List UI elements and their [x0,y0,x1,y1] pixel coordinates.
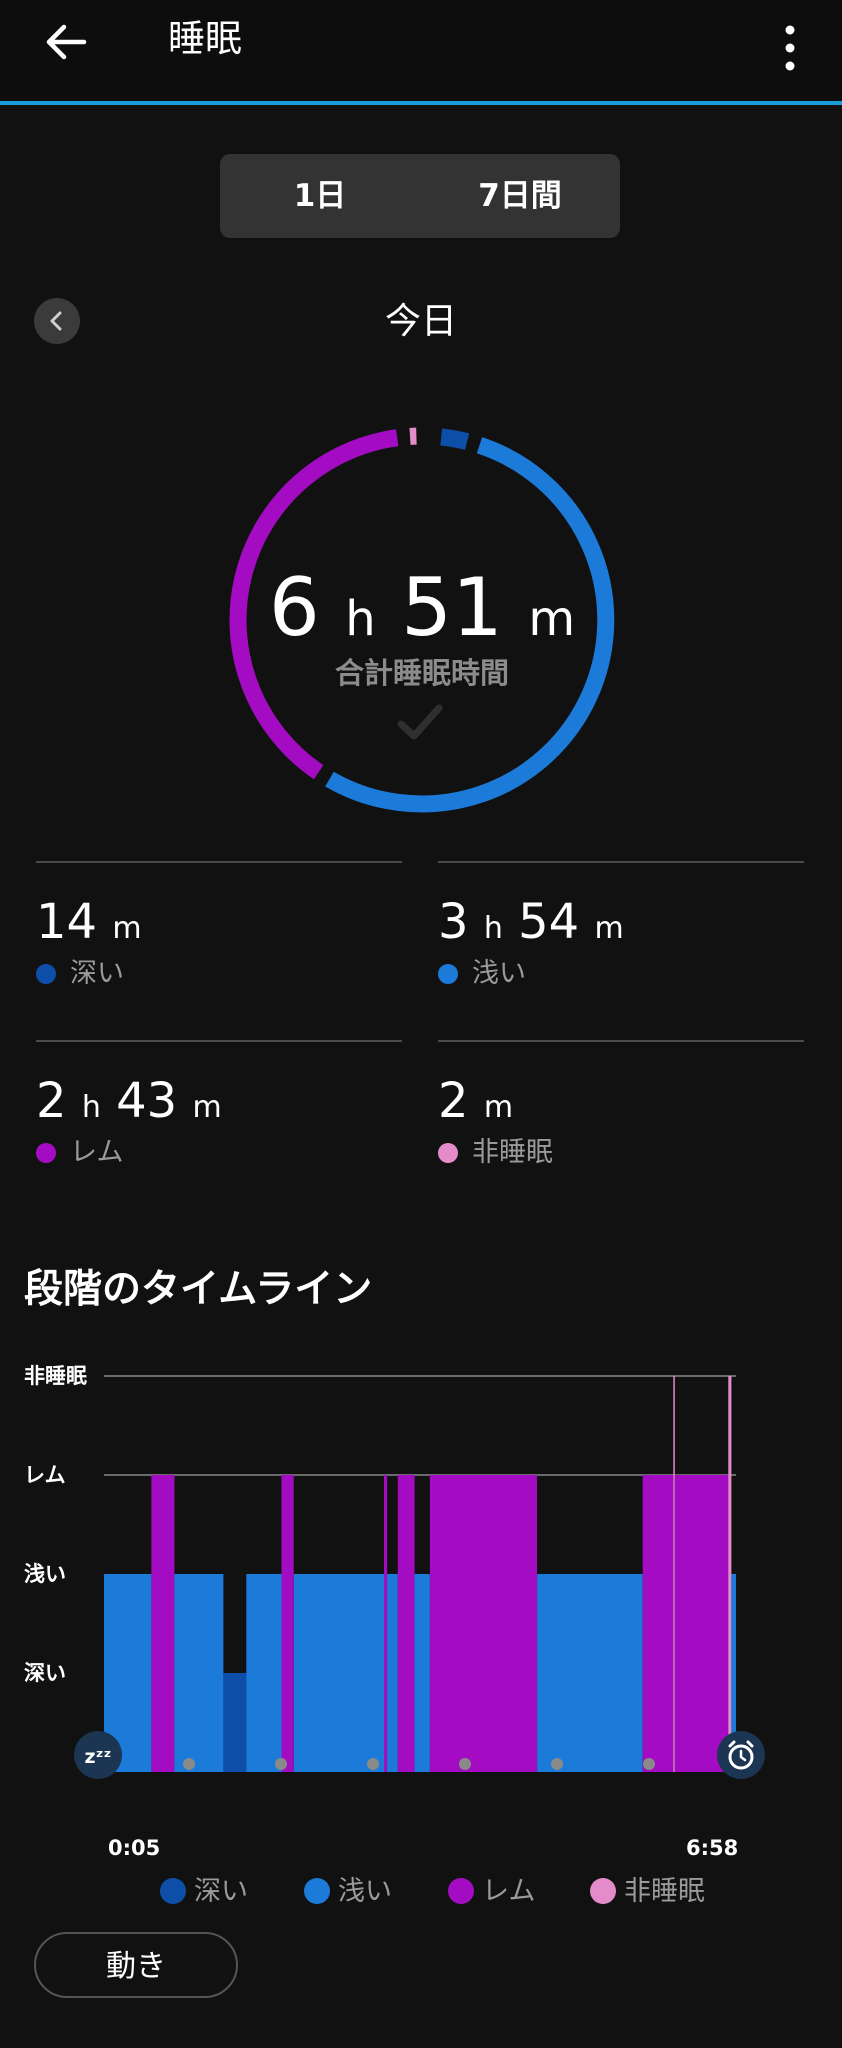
minutes-unit: m [112,911,142,946]
rem-minutes: 43 [116,1073,178,1129]
timeline-segment-13 [642,1475,674,1772]
rem-sleep-label: レム [36,1135,123,1171]
axis-tick-dot [459,1758,471,1770]
light-label-text: 浅い [472,958,526,989]
page-title: 睡眠 [168,17,242,60]
awake-color-dot [438,1143,458,1163]
timeline-segment-4 [246,1574,282,1772]
axis-tick-dot [275,1758,287,1770]
divider [438,1040,804,1042]
timeline-segment-9 [397,1475,415,1772]
light-sleep-label: 浅い [438,956,526,992]
timeline-segment-6 [293,1574,385,1772]
more-options-button[interactable] [770,12,810,72]
check-icon [397,704,443,740]
legend-awake-dot [590,1878,616,1904]
axis-tick-dot [643,1758,655,1770]
legend-rem-label: レム [482,1876,536,1907]
axis-tick-dot [551,1758,563,1770]
chevron-left-icon [50,311,62,331]
deep-notch [224,1576,246,1672]
deep-color-dot [36,964,56,984]
previous-day-button[interactable] [34,298,80,344]
rem-label-text: レム [70,1137,124,1168]
divider [438,861,804,863]
start-time-label: 0:05 [108,1836,161,1860]
timeline-segment-3 [223,1673,247,1772]
light-minutes: 54 [518,894,580,950]
timeline-segment-2 [174,1574,224,1772]
app-bar-accent-line [0,101,842,105]
total-sleep-label: 合計睡眠時間 [334,656,509,690]
hours-unit: h [483,911,503,946]
stage-timeline-chart: zᶻᶻ [74,1375,765,1779]
axis-tick-dot [183,1758,195,1770]
awake-minutes: 2 [438,1073,469,1129]
timeline-segment-5 [281,1475,294,1772]
tab-7-days[interactable]: 7日間 [420,154,620,238]
light-sleep-value: 3 h 54 m [438,892,624,959]
hours-unit: h [81,1090,101,1125]
rem-hours: 2 [36,1073,67,1129]
rem-color-dot [36,1143,56,1163]
sleep-zzz-icon: zᶻᶻ [74,1731,122,1779]
total-minutes: 51 [401,561,503,654]
legend-rem-dot [448,1878,474,1904]
light-color-dot [438,964,458,984]
more-vert-icon [785,25,795,71]
legend-deep-label: 深い [194,1876,248,1907]
minutes-unit: m [192,1090,222,1125]
timeline-segment-1 [151,1475,175,1772]
deep-sleep-value: 14 m [36,892,142,959]
legend-rem: レム [448,1874,535,1910]
legend-awake-label: 非睡眠 [624,1876,705,1907]
legend-deep-dot [160,1878,186,1904]
arrow-left-icon [46,24,87,60]
light-hours: 3 [438,894,469,950]
alarm-clock-icon [717,1731,765,1779]
deep-label-text: 深い [70,958,124,989]
divider [36,861,402,863]
timeline-title: 段階のタイムライン [24,1267,373,1312]
deep-sleep-label: 深い [36,956,124,992]
movement-button[interactable]: 動き [34,1932,238,1998]
minutes-unit: m [528,591,576,647]
total-hours: 6 [268,561,320,654]
divider [36,1040,402,1042]
timeline-segment-14 [673,1376,675,1772]
date-label: 今日 [384,301,457,342]
back-button[interactable] [36,12,96,72]
awake-label: 非睡眠 [438,1135,553,1171]
timeline-segment-8 [387,1574,398,1772]
rem-sleep-value: 2 h 43 m [36,1071,222,1138]
legend-light: 浅い [304,1874,392,1910]
timeline-segment-11 [429,1475,537,1772]
deep-minutes: 14 [36,894,98,950]
minutes-unit: m [483,1090,514,1125]
legend-awake: 非睡眠 [590,1874,705,1910]
legend-light-label: 浅い [338,1876,392,1907]
hours-unit: h [345,591,376,647]
axis-tick-dot [367,1758,379,1770]
awake-label-text: 非睡眠 [472,1137,553,1168]
minutes-unit: m [594,911,624,946]
timeline-segment-15 [674,1475,729,1772]
ring-segment-deep [440,428,470,450]
legend-deep: 深い [160,1874,248,1910]
tab-1-day[interactable]: 1日 [220,154,420,238]
app-bar [0,0,842,103]
timeline-segment-7 [384,1475,388,1772]
timeline-segment-16 [728,1376,732,1772]
svg-text:zᶻᶻ: zᶻᶻ [85,1746,112,1768]
period-selector: 1日 7日間 [220,154,620,238]
end-time-label: 6:58 [686,1836,739,1860]
timeline-segment-12 [537,1574,643,1772]
legend-light-dot [304,1878,330,1904]
timeline-segment-10 [414,1574,430,1772]
awake-value: 2 m [438,1071,513,1138]
